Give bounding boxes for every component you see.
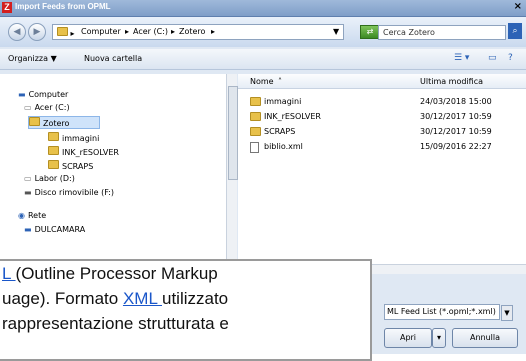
tree-item-scraps[interactable]: SCRAPS — [48, 160, 93, 171]
computer-icon: ▬ — [18, 90, 26, 99]
file-name: INK_rESOLVER — [264, 112, 321, 121]
tree-item-rete[interactable]: ◉ Rete — [18, 211, 46, 220]
refresh-button[interactable]: ⇄ — [360, 25, 380, 39]
preview-pane-icon[interactable]: ▭ — [488, 53, 497, 63]
chevron-down-icon[interactable]: ▼ — [501, 305, 513, 321]
file-type-select[interactable]: ML Feed List (*.opml;*.xml) ▼ — [384, 304, 513, 321]
search-placeholder: Cerca Zotero — [383, 28, 435, 37]
callout-line-1: (Outline Processor Markup — [15, 264, 218, 283]
breadcrumb-computer[interactable]: Computer — [81, 27, 121, 36]
file-name: immagini — [264, 97, 302, 106]
command-bar: Organizza ▼ Nuova cartella ☰ ▾ ▭ ? — [0, 49, 526, 70]
cancel-button[interactable]: Annulla — [452, 328, 518, 348]
info-callout: L (Outline Processor Markup uage). Forma… — [0, 259, 372, 361]
computer-icon: ▬ — [24, 225, 32, 234]
table-row[interactable]: INK_rESOLVER 30/12/2017 10:59 — [238, 111, 526, 123]
folder-icon — [29, 117, 40, 126]
window-title: Import Feeds from OPML — [15, 2, 111, 11]
tree-item-ink-resolver[interactable]: INK_rESOLVER — [48, 146, 119, 157]
removable-drive-icon: ▬ — [24, 188, 32, 197]
file-type-value: ML Feed List (*.opml;*.xml) — [387, 307, 496, 316]
tree-item-dulcamara[interactable]: ▬ DULCAMARA — [24, 225, 85, 234]
tree-item-immagini[interactable]: immagini — [48, 132, 99, 143]
file-name: SCRAPS — [264, 127, 296, 136]
callout-line-2b: utilizzato — [162, 289, 229, 308]
folder-icon — [48, 146, 59, 155]
tree-item-computer[interactable]: ▬ Computer — [18, 90, 68, 99]
file-date: 15/09/2016 22:27 — [420, 142, 492, 151]
file-date: 30/12/2017 10:59 — [420, 112, 492, 121]
scrollbar-thumb[interactable] — [228, 86, 238, 180]
column-header-name[interactable]: Nome — [250, 77, 274, 86]
breadcrumb[interactable]: ▸ Computer ▸ Acer (C:) ▸ Zotero ▸ ▼ — [52, 24, 344, 40]
file-list: Nome ˄ Ultima modifica immagini 24/03/20… — [238, 74, 526, 264]
callout-line-2: uage). Formato — [2, 289, 123, 308]
list-header: Nome ˄ Ultima modifica — [238, 74, 526, 89]
breadcrumb-acer[interactable]: Acer (C:) — [133, 27, 168, 36]
help-icon[interactable]: ? — [508, 53, 513, 63]
callout-line-3: rappresentazione strutturata e — [2, 314, 229, 333]
tree-item-removable-f[interactable]: ▬ Disco rimovibile (F:) — [24, 188, 114, 197]
back-button[interactable]: ◀ — [8, 23, 26, 41]
navigation-pane: ▬ Computer ▭ Acer (C:) Zotero immagini INK… — [0, 74, 237, 264]
tree-item-zotero[interactable]: Zotero — [28, 116, 100, 129]
folder-icon — [250, 97, 261, 106]
forward-button[interactable]: ▶ — [28, 23, 46, 41]
drive-icon: ▭ — [24, 103, 32, 112]
xml-link[interactable]: XML — [123, 289, 162, 308]
table-row[interactable]: SCRAPS 30/12/2017 10:59 — [238, 126, 526, 138]
folder-icon — [250, 127, 261, 136]
breadcrumb-zotero[interactable]: Zotero — [179, 27, 205, 36]
file-date: 30/12/2017 10:59 — [420, 127, 492, 136]
zotero-app-icon: Z — [2, 2, 12, 13]
search-icon[interactable]: ⌕ — [508, 23, 522, 39]
folder-icon — [48, 160, 59, 169]
folder-icon — [48, 132, 59, 141]
sort-arrow-icon: ˄ — [278, 77, 282, 86]
close-icon[interactable]: × — [514, 1, 522, 12]
network-icon: ◉ — [18, 211, 25, 220]
opml-link[interactable]: L — [2, 264, 16, 283]
title-bar: Z Import Feeds from OPML × — [0, 0, 526, 17]
drive-icon: ▭ — [24, 174, 32, 183]
search-input[interactable]: Cerca Zotero — [378, 25, 506, 40]
tree-item-labor-d[interactable]: ▭ Labor (D:) — [24, 174, 75, 183]
file-date: 24/03/2018 15:00 — [420, 97, 492, 106]
breadcrumb-dropdown-icon[interactable]: ▼ — [333, 27, 339, 36]
open-dropdown-button[interactable]: ▾ — [432, 328, 446, 348]
file-name: biblio.xml — [264, 142, 303, 151]
organize-button[interactable]: Organizza ▼ — [8, 54, 57, 63]
open-button[interactable]: Apri — [384, 328, 432, 348]
column-header-modified[interactable]: Ultima modifica — [420, 77, 483, 86]
new-folder-button[interactable]: Nuova cartella — [84, 54, 142, 63]
address-bar: ◀ ▶ ▸ Computer ▸ Acer (C:) ▸ Zotero ▸ ▼ … — [0, 17, 526, 47]
folder-icon — [57, 27, 68, 36]
table-row[interactable]: biblio.xml 15/09/2016 22:27 — [238, 141, 526, 153]
navigation-scrollbar[interactable] — [226, 74, 238, 264]
view-options-icon[interactable]: ☰ ▾ — [454, 53, 469, 63]
tree-item-acer-c[interactable]: ▭ Acer (C:) — [24, 103, 70, 112]
folder-icon — [250, 112, 261, 121]
table-row[interactable]: immagini 24/03/2018 15:00 — [238, 96, 526, 108]
xml-file-icon — [250, 142, 259, 153]
